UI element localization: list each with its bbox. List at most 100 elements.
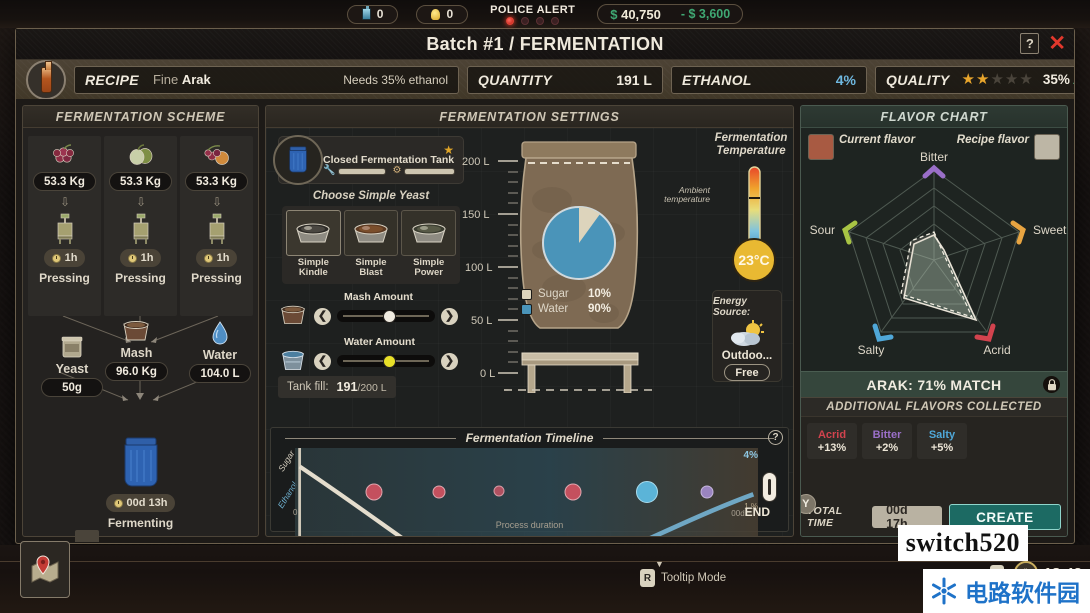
water-slider-label: Water Amount bbox=[344, 336, 415, 348]
tooltip-mode-label: Tooltip Mode bbox=[661, 572, 727, 584]
clock-icon bbox=[113, 498, 123, 508]
money-display[interactable]: $ 40,750 - $ 3,600 bbox=[597, 4, 744, 24]
yeast-option-simple-power[interactable]: Simple Power bbox=[401, 210, 457, 280]
timeline-slider-handle[interactable] bbox=[762, 472, 777, 502]
composition-legend: Sugar 10% Water 90% bbox=[521, 288, 611, 318]
yeast-option-box[interactable] bbox=[343, 210, 399, 256]
trend-up-icon: ▲ bbox=[1070, 71, 1074, 88]
tank-stat-bar bbox=[404, 167, 455, 175]
timeline-event-marker[interactable] bbox=[432, 485, 446, 499]
mash-node[interactable]: Mash 96.0 Kg bbox=[105, 320, 168, 381]
recipe-value: Fine Arak bbox=[152, 72, 211, 87]
star-icon: ★ bbox=[976, 71, 990, 88]
favorite-star-icon[interactable]: ★ bbox=[443, 144, 454, 156]
mash-slider-knob[interactable] bbox=[383, 309, 397, 323]
water-decrease-button[interactable]: ❮ bbox=[314, 352, 331, 370]
sun-cloud-icon bbox=[731, 320, 764, 346]
settings-title: FERMENTATION SETTINGS bbox=[266, 106, 793, 128]
press-icon bbox=[57, 213, 72, 244]
create-button-label: CREATE bbox=[976, 509, 1034, 525]
energy-source-card[interactable]: Energy Source: Outdoo... Free bbox=[712, 290, 782, 382]
yeast-option-simple-kindle[interactable]: Simple Kindle bbox=[286, 210, 341, 280]
water-label: Water bbox=[202, 348, 238, 362]
yeast-node[interactable]: Yeast 50g bbox=[41, 334, 103, 397]
tooltip-mode-control[interactable]: R Tooltip Mode bbox=[640, 569, 726, 587]
ingredient-column[interactable]: 53.3 Kg ⇩ 1h Pressing bbox=[28, 136, 101, 316]
help-button[interactable]: ? bbox=[1020, 33, 1040, 54]
mash-slider-track[interactable] bbox=[337, 309, 435, 323]
mash-decrease-button[interactable]: ❮ bbox=[314, 307, 331, 325]
tank-fill-label: Tank fill: bbox=[287, 381, 329, 393]
svg-text:50 L: 50 L bbox=[471, 315, 492, 327]
close-button[interactable]: ✕ bbox=[1046, 33, 1068, 54]
radar-chart: Current flavor Recipe flavor Bitter Swee… bbox=[801, 128, 1067, 371]
quality-field[interactable]: QUALITY ★ ★ ★ ★ ★ 35% ▲ bbox=[875, 65, 1074, 94]
ingredient-column[interactable]: 53.3 Kg ⇩ 1h Pressing bbox=[104, 136, 177, 316]
water-increase-button[interactable]: ❯ bbox=[441, 352, 458, 370]
fermenting-node[interactable]: 00d 13h Fermenting bbox=[23, 436, 258, 530]
flavor-match-text: ARAK: 71% MATCH bbox=[866, 376, 1002, 393]
thermometer-icon[interactable]: 23°C bbox=[730, 164, 778, 284]
map-button[interactable] bbox=[20, 530, 99, 598]
yeast-bowl-icon bbox=[296, 223, 331, 243]
water-node[interactable]: Water 104.0 L bbox=[189, 320, 251, 383]
police-alert-dots bbox=[506, 17, 560, 25]
mash-icon bbox=[123, 321, 149, 341]
key-r-icon: R bbox=[640, 569, 655, 587]
mash-slider[interactable]: ❮ ❯ bbox=[278, 303, 458, 329]
hud-ideas[interactable]: 0 bbox=[416, 4, 469, 24]
flavor-chip[interactable]: Acrid +13% bbox=[807, 423, 857, 459]
radar-axis-sweet: Sweet bbox=[1033, 223, 1067, 237]
radar-axis-acrid: Acrid bbox=[983, 343, 1010, 357]
flavor-chip-name: Salty bbox=[928, 428, 956, 441]
mash-increase-button[interactable]: ❯ bbox=[441, 307, 458, 325]
water-bucket-icon bbox=[282, 350, 304, 370]
quantity-field[interactable]: QUANTITY 191 L bbox=[467, 65, 663, 94]
settings-body: Closed Fermentation Tank ★ 🔧 ⚙ Choose Si… bbox=[266, 128, 793, 536]
ingredient-column[interactable]: 53.3 Kg ⇩ 1h Pressing bbox=[180, 136, 253, 316]
flavor-chip[interactable]: Bitter +2% bbox=[862, 423, 912, 459]
yeast-label: Yeast bbox=[55, 362, 89, 376]
map-pin-icon bbox=[31, 554, 59, 583]
recipe-bottle-avatar bbox=[26, 60, 66, 99]
flavor-chip[interactable]: Salty +5% bbox=[917, 423, 967, 459]
police-dot bbox=[536, 17, 545, 25]
hud-bottles[interactable]: 0 bbox=[346, 4, 399, 24]
ingredient-amount: 53.3 Kg bbox=[185, 172, 248, 191]
water-slider[interactable]: ❮ ❯ bbox=[278, 348, 458, 374]
timeline-event-marker[interactable] bbox=[700, 485, 714, 499]
lock-icon[interactable] bbox=[1043, 376, 1060, 393]
mash-icon bbox=[281, 305, 305, 324]
yeast-option-box[interactable] bbox=[286, 210, 341, 256]
scheme-body: 53.3 Kg ⇩ 1h Pressing 53.3 Kg ⇩ 1h Press… bbox=[23, 128, 258, 536]
radar-axis-sour: Sour bbox=[810, 223, 835, 237]
timeline-event-marker[interactable] bbox=[635, 481, 658, 504]
fermenting-time: 00d 13h bbox=[105, 494, 176, 512]
recipe-field[interactable]: RECIPE Fine Arak Needs 35% ethanol bbox=[74, 65, 459, 94]
clock-icon bbox=[127, 253, 137, 263]
ethanol-field[interactable]: ETHANOL 4% bbox=[671, 65, 867, 94]
recipe-label: RECIPE bbox=[85, 71, 139, 88]
yeast-option-simple-blast[interactable]: Simple Blast bbox=[343, 210, 399, 280]
radar-axis-bitter: Bitter bbox=[920, 150, 948, 164]
tank-card[interactable]: Closed Fermentation Tank ★ 🔧 ⚙ bbox=[273, 135, 464, 185]
timeline-top-value: 4% bbox=[743, 450, 758, 461]
timeline-help-icon[interactable]: ? bbox=[768, 430, 783, 445]
timeline-event-marker[interactable] bbox=[493, 485, 505, 497]
fermentation-settings-panel: FERMENTATION SETTINGS Closed Fermentatio… bbox=[265, 105, 794, 537]
svg-text:100 L: 100 L bbox=[465, 262, 493, 274]
additional-flavors-area: Acrid +13% Bitter +2% Salty +5% TOTAL TI… bbox=[801, 417, 1067, 536]
watermark-switch520: switch520 bbox=[897, 525, 1028, 561]
tank-fill-readout: Tank fill: 191/200 L bbox=[278, 376, 396, 398]
water-slider-knob[interactable] bbox=[383, 354, 397, 368]
fermentation-tank-icon bbox=[289, 146, 307, 173]
timeline-event-marker[interactable] bbox=[365, 483, 383, 501]
ingredient-amount: 53.3 Kg bbox=[109, 172, 172, 191]
choose-yeast-label: Choose Simple Yeast bbox=[312, 190, 430, 202]
map-button-tab bbox=[75, 530, 99, 542]
svg-text:200 L: 200 L bbox=[462, 156, 490, 168]
lock-glyph bbox=[1047, 378, 1056, 390]
water-slider-track[interactable] bbox=[337, 354, 435, 368]
timeline-event-marker[interactable] bbox=[564, 483, 582, 501]
yeast-option-box[interactable] bbox=[401, 210, 457, 256]
